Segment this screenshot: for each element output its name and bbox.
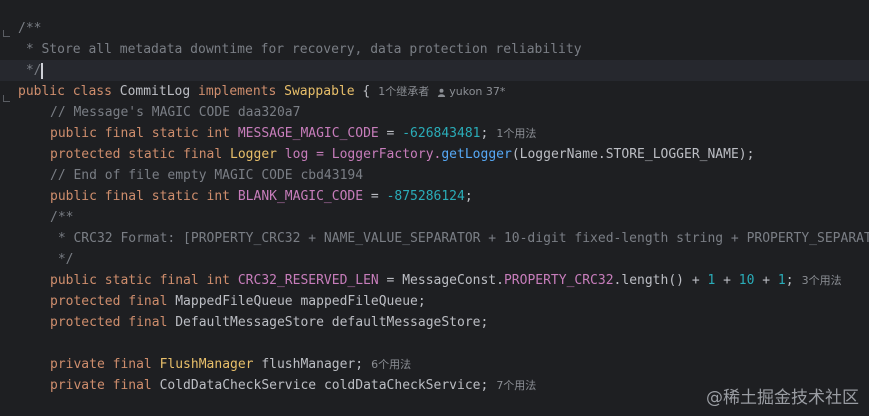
fold-icon[interactable] bbox=[3, 30, 10, 37]
usages-hint[interactable]: 7个用法 bbox=[488, 379, 536, 392]
text-caret bbox=[41, 62, 44, 79]
watermark: @稀土掘金技术社区 bbox=[706, 388, 859, 408]
code-line: public final static int MESSAGE_MAGIC_CO… bbox=[50, 126, 537, 141]
javadoc-line: * Store all metadata downtime for recove… bbox=[18, 42, 582, 57]
inheritors-hint[interactable]: 1个继承者 bbox=[370, 85, 429, 98]
usages-hint[interactable]: 6个用法 bbox=[363, 358, 411, 371]
javadoc-line: * CRC32 Format: [PROPERTY_CRC32 + NAME_V… bbox=[50, 231, 869, 246]
fold-icon[interactable] bbox=[3, 95, 10, 102]
usages-hint[interactable]: 1个用法 bbox=[488, 127, 536, 140]
comment-line: // End of file empty MAGIC CODE cbd43194 bbox=[50, 168, 364, 183]
javadoc-line: */ bbox=[50, 252, 74, 267]
code-line: protected final MappedFileQueue mappedFi… bbox=[50, 294, 426, 309]
usages-hint[interactable]: 3个用法 bbox=[794, 274, 842, 287]
javadoc-line: /** bbox=[50, 210, 74, 225]
code-line: private final ColdDataCheckService coldD… bbox=[50, 378, 537, 393]
code-line: public static final int CRC32_RESERVED_L… bbox=[50, 273, 842, 288]
user-icon bbox=[438, 88, 446, 97]
class-declaration[interactable]: public class CommitLog implements Swappa… bbox=[18, 81, 505, 102]
code-line: public final static int BLANK_MAGIC_CODE… bbox=[50, 189, 473, 204]
code-line: private final FlushManager flushManager;… bbox=[50, 357, 412, 372]
current-line-highlight bbox=[0, 60, 869, 81]
code-line: protected final DefaultMessageStore defa… bbox=[50, 315, 489, 330]
code-line: protected static final Logger log = Logg… bbox=[50, 147, 755, 162]
javadoc-line: /** bbox=[18, 21, 42, 36]
comment-line: // Message's MAGIC CODE daa320a7 bbox=[50, 105, 301, 120]
author-hint[interactable]: yukon 37* bbox=[429, 85, 505, 98]
javadoc-line: */ bbox=[18, 62, 44, 79]
